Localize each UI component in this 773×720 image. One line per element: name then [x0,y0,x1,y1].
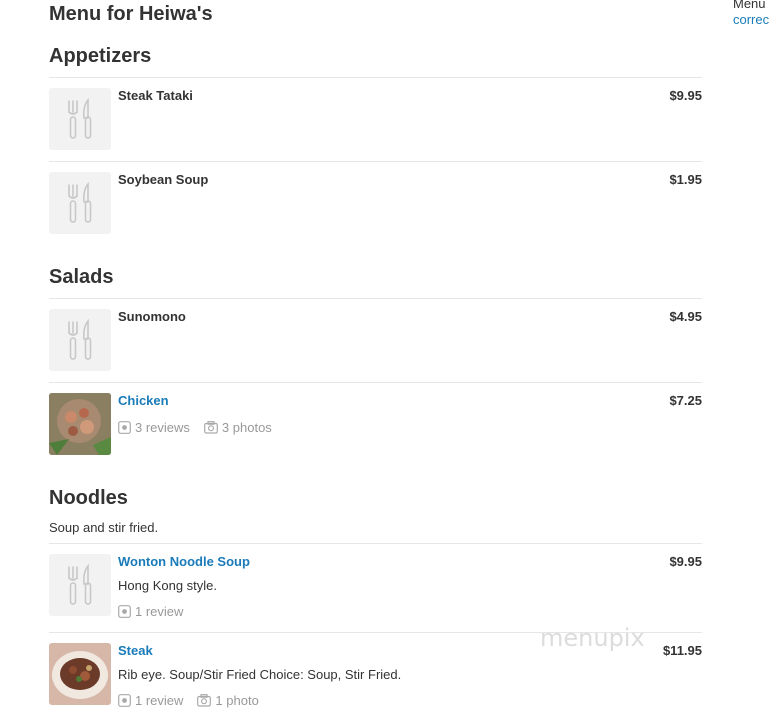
section-title-noodles: Noodles [49,487,128,509]
divider [49,543,702,544]
item-price: $11.95 [662,643,702,658]
divider [49,77,702,78]
photos-count: 3 photos [221,420,272,435]
reviews-link[interactable]: 1 review [118,693,183,708]
food-photo[interactable] [49,643,111,705]
food-photo[interactable] [49,393,111,455]
reviews-link[interactable]: 1 review [118,604,183,619]
item-meta: 1 review [118,604,197,619]
sidebar: Menu correc [733,0,769,28]
reviews-link[interactable]: 3 reviews [118,420,190,435]
item-price: $1.95 [669,172,702,187]
menu-item[interactable]: Soybean Soup $1.95 [49,172,702,236]
camera-icon [197,694,212,707]
item-description: Rib eye. Soup/Stir Fried Choice: Soup, S… [118,667,402,682]
section-description: Soup and stir fried. [49,520,159,535]
menu-item[interactable]: Steak Tataki $9.95 [49,88,702,152]
divider [49,161,702,162]
item-name: Sunomono [118,309,186,324]
camera-icon [204,421,218,434]
item-name-link[interactable]: Steak [118,643,153,658]
item-name-link[interactable]: Wonton Noodle Soup [118,554,250,569]
review-star-icon [118,694,131,707]
item-price: $9.95 [669,554,702,569]
item-price: $7.25 [669,393,702,408]
reviews-count: 3 reviews [135,420,190,435]
menu-item[interactable]: Wonton Noodle Soup $9.95 Hong Kong style… [49,554,702,619]
page-title: Menu for Heiwa's [49,3,213,25]
review-star-icon [118,605,131,618]
sidebar-text: Menu [733,0,766,11]
fork-knife-icon [49,309,111,371]
divider [49,298,702,299]
photos-link[interactable]: 1 photo [197,693,259,708]
review-star-icon [118,421,131,434]
photos-link[interactable]: 3 photos [204,420,272,435]
section-title-salads: Salads [49,266,114,288]
divider [49,382,702,383]
item-name-link[interactable]: Chicken [118,393,169,408]
item-meta: 1 review 1 photo [118,693,273,708]
item-price: $9.95 [669,88,702,103]
photos-count: 1 photo [215,693,259,708]
section-title-appetizers: Appetizers [49,45,152,67]
item-name: Steak Tataki [118,88,193,103]
item-meta: 3 reviews 3 photos [118,420,286,435]
menu-item[interactable]: Steak $11.95 Rib eye. Soup/Stir Fried Ch… [49,643,702,708]
fork-knife-icon [49,554,111,616]
menu-item[interactable]: Sunomono $4.95 [49,309,702,373]
fork-knife-icon [49,172,111,234]
item-name: Soybean Soup [118,172,209,187]
item-price: $4.95 [669,309,702,324]
menu-item[interactable]: Chicken $7.25 3 reviews 3 photos [49,393,702,457]
watermark: menupix [540,624,645,652]
reviews-count: 1 review [135,604,184,619]
fork-knife-icon [49,88,111,150]
reviews-count: 1 review [135,693,184,708]
item-description: Hong Kong style. [118,578,218,593]
sidebar-link[interactable]: correc [733,12,769,28]
